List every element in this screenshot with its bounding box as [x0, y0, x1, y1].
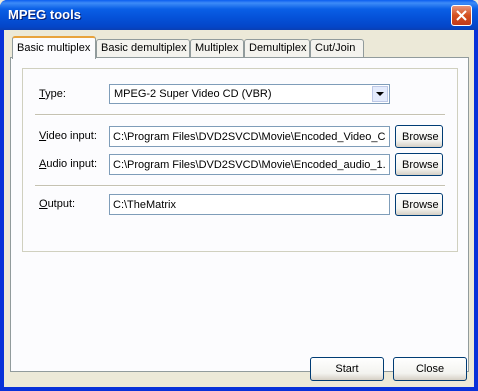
title-bar[interactable]: MPEG tools	[0, 0, 478, 30]
start-button[interactable]: Start	[310, 357, 384, 381]
dropdown-arrow-button[interactable]	[372, 86, 388, 102]
dialog-client-area: Basic multiplex Basic demultiplex Multip…	[4, 30, 474, 387]
basic-multiplex-panel: Type: MPEG-2 Super Video CD (VBR) Video …	[10, 57, 469, 372]
tab-demultiplex[interactable]: Demultiplex	[244, 39, 310, 57]
tab-label: Cut/Join	[315, 42, 356, 54]
divider	[35, 185, 445, 187]
tab-basic-multiplex[interactable]: Basic multiplex	[12, 36, 96, 59]
audio-input-label: Audio input:	[39, 158, 98, 170]
divider	[35, 114, 445, 116]
close-icon	[456, 10, 467, 21]
tab-label: Multiplex	[195, 42, 239, 54]
video-input-value: C:\Program Files\DVD2SVCD\Movie\Encoded_…	[113, 131, 386, 143]
mpeg-tools-window: MPEG tools Basic multiplex Basic demulti…	[0, 0, 478, 391]
video-input-label: Video input:	[39, 130, 97, 142]
audio-browse-button[interactable]: Browse	[395, 153, 443, 176]
type-dropdown[interactable]: MPEG-2 Super Video CD (VBR)	[109, 84, 390, 104]
close-button[interactable]: Close	[393, 357, 467, 381]
video-browse-button[interactable]: Browse	[395, 125, 443, 148]
output-field[interactable]: C:\TheMatrix	[109, 194, 390, 215]
type-label: Type:	[39, 88, 66, 100]
audio-input-value: C:\Program Files\DVD2SVCD\Movie\Encoded_…	[113, 159, 386, 171]
output-label: Output:	[39, 198, 76, 210]
output-browse-button[interactable]: Browse	[395, 193, 443, 216]
window-close-button[interactable]	[451, 5, 472, 26]
tab-cut-join[interactable]: Cut/Join	[310, 39, 364, 57]
output-value: C:\TheMatrix	[113, 199, 176, 211]
window-title: MPEG tools	[8, 7, 81, 22]
tab-label: Basic multiplex	[17, 42, 91, 54]
chevron-down-icon	[376, 92, 384, 96]
tab-basic-demultiplex[interactable]: Basic demultiplex	[96, 39, 190, 57]
tab-label: Demultiplex	[249, 42, 307, 54]
settings-group: Type: MPEG-2 Super Video CD (VBR) Video …	[22, 68, 458, 252]
video-input-field[interactable]: C:\Program Files\DVD2SVCD\Movie\Encoded_…	[109, 126, 390, 147]
tab-label: Basic demultiplex	[101, 42, 187, 54]
tab-multiplex[interactable]: Multiplex	[190, 39, 244, 57]
type-selected-value: MPEG-2 Super Video CD (VBR)	[114, 88, 272, 100]
audio-input-field[interactable]: C:\Program Files\DVD2SVCD\Movie\Encoded_…	[109, 154, 390, 175]
